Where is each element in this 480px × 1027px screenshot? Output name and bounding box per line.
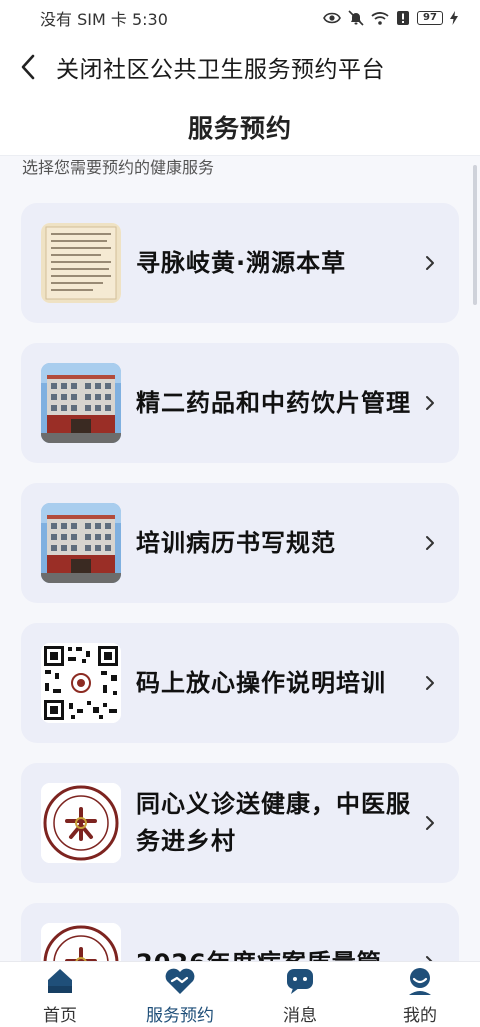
tab-service-booking[interactable]: 服务预约 [120,962,240,1027]
service-title: 精二药品和中药饮片管理 [136,388,411,417]
chat-bubble-icon [287,969,313,994]
bell-off-icon [348,10,364,26]
document-thumbnail [41,223,121,303]
service-card[interactable]: 精二药品和中药饮片管理 [21,343,459,463]
service-card[interactable]: 2026年度病案质量管 [21,903,459,961]
chevron-right-icon [423,535,437,551]
service-title: 寻脉岐黄·溯源本草 [136,248,347,277]
service-title: 培训病历书写规范 [136,528,336,557]
service-list[interactable]: 选择您需要预约的健康服务 寻脉岐黄·溯源本草 精二药品和中药饮片管理 培训病历书… [0,156,480,961]
tab-label: 首页 [43,1006,77,1026]
app-title: 关闭社区公共卫生服务预约平台 [56,57,385,83]
chevron-right-icon [423,255,437,271]
heart-handshake-icon [165,968,195,994]
alert-icon [397,11,409,25]
chevron-left-icon [21,54,35,80]
seal-logo-thumbnail [41,923,121,961]
service-card[interactable]: 码上放心操作说明培训 [21,623,459,743]
back-button[interactable] [0,36,56,98]
battery-level: 97 [417,11,443,25]
eye-icon [323,12,341,24]
bottom-tab-bar: 首页 服务预约 消息 我的 [0,961,480,1027]
service-card[interactable]: 同心义诊送健康，中医服务进乡村 [21,763,459,883]
scrollbar[interactable] [473,165,477,305]
seal-logo-thumbnail [41,783,121,863]
service-title: 码上放心操作说明培训 [136,668,386,697]
chevron-right-icon [423,395,437,411]
qr-code-thumbnail [41,643,121,723]
chevron-right-icon [423,675,437,691]
app-header: 关闭社区公共卫生服务预约平台 [0,36,480,98]
chevron-right-icon [423,815,437,831]
tab-label: 服务预约 [146,1006,214,1026]
tab-messages[interactable]: 消息 [240,962,360,1027]
service-card[interactable]: 寻脉岐黄·溯源本草 [21,203,459,323]
building-thumbnail [41,363,121,443]
tab-label: 消息 [283,1006,317,1026]
charging-icon [450,11,458,25]
service-card[interactable]: 培训病历书写规范 [21,483,459,603]
battery-icon: 97 [417,11,443,25]
building-thumbnail [41,503,121,583]
person-icon [409,968,431,995]
section-hint: 选择您需要预约的健康服务 [22,158,215,177]
service-title: 同心义诊送健康，中医服务进乡村 [136,790,411,855]
tab-profile[interactable]: 我的 [360,962,480,1027]
wifi-icon [371,12,389,25]
status-bar: 没有 SIM 卡 5:30 97 [0,0,480,36]
tab-label: 我的 [403,1006,437,1026]
page-header: 服务预约 [0,98,480,156]
tab-home[interactable]: 首页 [0,962,120,1027]
status-icons: 97 [323,10,458,26]
service-title: 2026年度病案质量管 [136,945,423,962]
home-icon [48,969,72,993]
status-carrier-time: 没有 SIM 卡 5:30 [40,10,168,29]
page-title: 服务预约 [187,113,292,143]
